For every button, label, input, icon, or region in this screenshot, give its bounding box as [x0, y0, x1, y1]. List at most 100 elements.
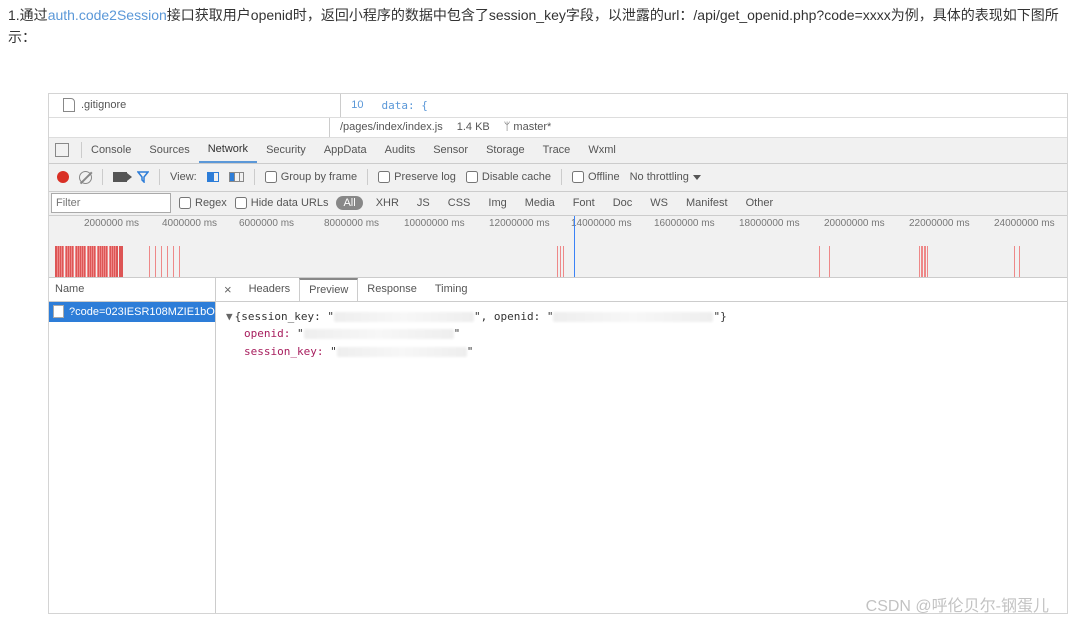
tab-sensor[interactable]: Sensor	[424, 138, 477, 163]
timeline-tick-label: 22000000 ms	[909, 218, 970, 229]
detail-tabs: × Headers Preview Response Timing	[216, 278, 1067, 302]
name-column-header[interactable]: Name	[49, 278, 215, 302]
chevron-down-icon	[693, 175, 701, 180]
redacted-value	[553, 312, 713, 322]
filter-type-doc[interactable]: Doc	[608, 195, 638, 211]
filter-icon[interactable]	[137, 171, 149, 183]
json-root[interactable]: ▼{session_key: "", openid: ""}	[226, 308, 1057, 326]
detail-tab-headers[interactable]: Headers	[240, 278, 300, 301]
branch-icon: ᛘ master*	[504, 121, 552, 133]
file-path: /pages/index/index.js	[340, 121, 443, 133]
separator	[102, 169, 103, 185]
view-label: View:	[170, 171, 197, 183]
request-detail-panel: × Headers Preview Response Timing ▼{sess…	[216, 278, 1067, 613]
throttling-dropdown[interactable]: No throttling	[630, 171, 701, 183]
data-snippet: data: {	[382, 99, 428, 112]
filter-type-css[interactable]: CSS	[443, 195, 476, 211]
group-by-frame-checkbox[interactable]: Group by frame	[265, 171, 357, 183]
file-icon	[63, 98, 75, 112]
filter-type-font[interactable]: Font	[568, 195, 600, 211]
timeline-tick-label: 14000000 ms	[571, 218, 632, 229]
timeline-cursor	[574, 216, 575, 277]
filter-type-all[interactable]: All	[336, 196, 362, 210]
filter-row: Regex Hide data URLs All XHR JS CSS Img …	[49, 192, 1067, 216]
file-name: .gitignore	[81, 99, 126, 111]
detail-tab-response[interactable]: Response	[358, 278, 426, 301]
timeline-tick-label: 20000000 ms	[824, 218, 885, 229]
timeline-tick-label: 8000000 ms	[324, 218, 379, 229]
filter-type-other[interactable]: Other	[741, 195, 779, 211]
timeline-waterfall	[49, 244, 1067, 278]
file-tabbar: .gitignore 10 data: {	[49, 94, 1067, 118]
tab-console[interactable]: Console	[82, 138, 140, 163]
filter-type-ws[interactable]: WS	[645, 195, 673, 211]
timeline-tick-label: 12000000 ms	[489, 218, 550, 229]
regex-checkbox[interactable]: Regex	[179, 197, 227, 209]
filter-type-js[interactable]: JS	[412, 195, 435, 211]
file-info-strip: 10 data: {	[340, 94, 428, 117]
file-size: 1.4 KB	[457, 121, 490, 133]
timeline-tick-label: 6000000 ms	[239, 218, 294, 229]
redacted-value	[334, 312, 474, 322]
timeline-labels: 2000000 ms 4000000 ms 6000000 ms 8000000 ms…	[49, 216, 1067, 230]
timeline-tick-label: 10000000 ms	[404, 218, 465, 229]
hide-data-urls-checkbox[interactable]: Hide data URLs	[235, 197, 329, 209]
filter-type-manifest[interactable]: Manifest	[681, 195, 733, 211]
separator	[254, 169, 255, 185]
tab-wxml[interactable]: Wxml	[579, 138, 625, 163]
tab-appdata[interactable]: AppData	[315, 138, 376, 163]
timeline-tick-label: 24000000 ms	[994, 218, 1055, 229]
tab-audits[interactable]: Audits	[376, 138, 425, 163]
timeline-tick-label: 16000000 ms	[654, 218, 715, 229]
preview-content: ▼{session_key: "", openid: ""} openid: "…	[216, 302, 1067, 367]
inspect-icon[interactable]	[55, 143, 69, 157]
filter-type-xhr[interactable]: XHR	[371, 195, 404, 211]
detail-tab-preview[interactable]: Preview	[299, 278, 358, 301]
file-meta-row: /pages/index/index.js 1.4 KB ᛘ master*	[49, 118, 1067, 138]
intro-prefix: 1.通过	[8, 7, 48, 23]
branch-name: master*	[513, 121, 551, 133]
json-field-openid[interactable]: openid: ""	[226, 325, 1057, 343]
file-tab[interactable]: .gitignore	[49, 94, 140, 117]
offline-checkbox[interactable]: Offline	[572, 171, 620, 183]
tab-security[interactable]: Security	[257, 138, 315, 163]
document-icon	[53, 305, 64, 318]
large-rows-icon[interactable]	[207, 172, 219, 182]
timeline-overview[interactable]: 2000000 ms 4000000 ms 6000000 ms 8000000 ms…	[49, 216, 1067, 278]
close-icon[interactable]: ×	[216, 282, 240, 297]
file-meta: /pages/index/index.js 1.4 KB ᛘ master*	[329, 118, 551, 137]
small-rows-icon[interactable]	[229, 172, 244, 182]
intro-paragraph: 1.通过auth.code2Session接口获取用户openid时，返回小程序…	[0, 0, 1069, 53]
preserve-log-checkbox[interactable]: Preserve log	[378, 171, 456, 183]
request-name: ?code=023IESR108MZIE1bOIQ...	[69, 306, 215, 318]
redacted-value	[337, 347, 467, 357]
detail-tab-timing[interactable]: Timing	[426, 278, 477, 301]
line-number: 10	[351, 99, 363, 111]
request-split-view: Name ?code=023IESR108MZIE1bOIQ... × Head…	[49, 278, 1067, 613]
timeline-tick-label: 2000000 ms	[84, 218, 139, 229]
record-icon[interactable]	[57, 171, 69, 183]
separator	[367, 169, 368, 185]
request-name-column: Name ?code=023IESR108MZIE1bOIQ...	[49, 278, 216, 613]
tab-storage[interactable]: Storage	[477, 138, 534, 163]
disable-cache-checkbox[interactable]: Disable cache	[466, 171, 551, 183]
filter-type-img[interactable]: Img	[483, 195, 511, 211]
tab-network[interactable]: Network	[199, 138, 257, 163]
json-field-session-key[interactable]: session_key: ""	[226, 343, 1057, 361]
separator	[561, 169, 562, 185]
tab-trace[interactable]: Trace	[534, 138, 580, 163]
clear-icon[interactable]	[79, 171, 92, 184]
filter-input[interactable]	[51, 193, 171, 213]
main-tabs: Console Sources Network Security AppData…	[49, 138, 1067, 164]
expand-icon[interactable]: ▼	[226, 310, 233, 323]
redacted-value	[304, 329, 454, 339]
network-toolbar: View: Group by frame Preserve log Disabl…	[49, 164, 1067, 192]
filter-type-media[interactable]: Media	[520, 195, 560, 211]
auth-link[interactable]: auth.code2Session	[48, 7, 167, 23]
tab-sources[interactable]: Sources	[140, 138, 198, 163]
request-row-selected[interactable]: ?code=023IESR108MZIE1bOIQ...	[49, 302, 215, 322]
camera-icon[interactable]	[113, 172, 127, 182]
timeline-tick-label: 18000000 ms	[739, 218, 800, 229]
timeline-tick-label: 4000000 ms	[162, 218, 217, 229]
devtools-panel: .gitignore 10 data: { /pages/index/index…	[48, 93, 1068, 614]
